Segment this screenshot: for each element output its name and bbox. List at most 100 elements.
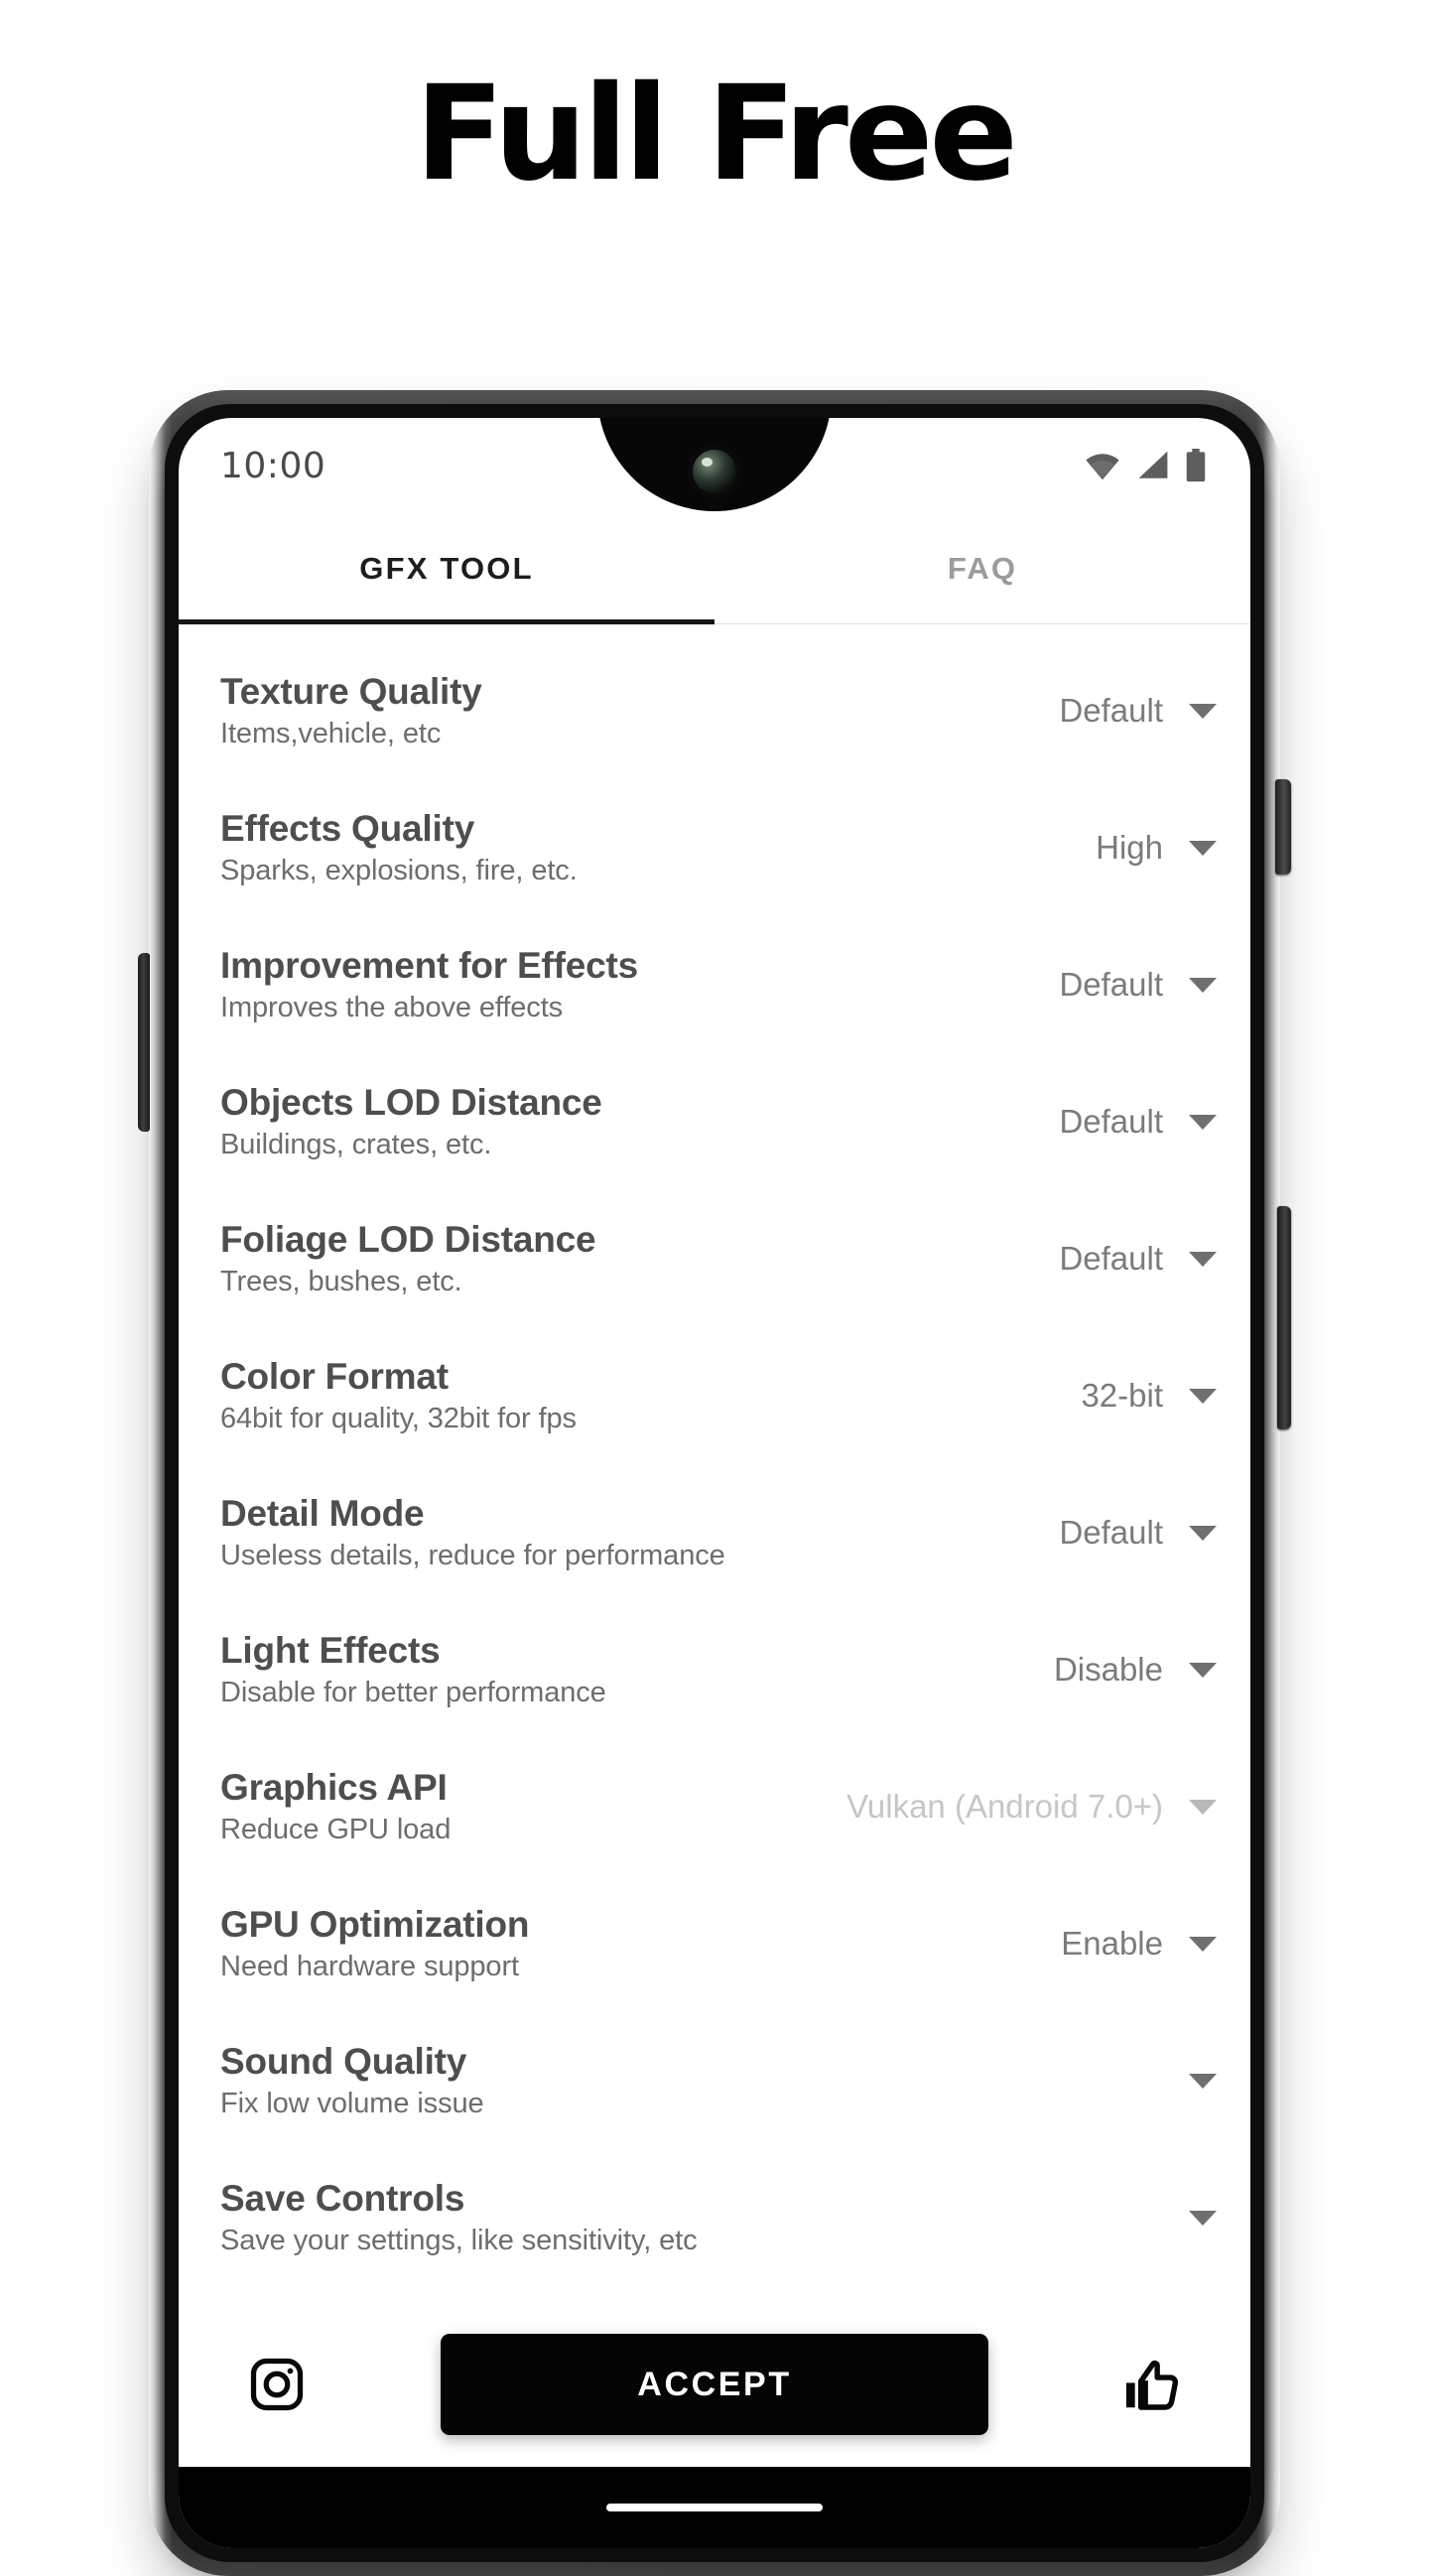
like-button[interactable] <box>1115 2348 1189 2421</box>
setting-dropdown[interactable]: Default <box>1059 1514 1217 1552</box>
setting-row-foliage-lod-distance[interactable]: Foliage LOD Distance Trees, bushes, etc.… <box>179 1190 1250 1327</box>
setting-dropdown[interactable]: Vulkan (Android 7.0+) <box>846 1788 1217 1826</box>
power-button[interactable] <box>1275 779 1291 875</box>
chevron-down-icon <box>1189 2210 1217 2226</box>
setting-row-objects-lod-distance[interactable]: Objects LOD Distance Buildings, crates, … <box>179 1053 1250 1190</box>
chevron-down-icon <box>1189 1251 1217 1267</box>
setting-value: Default <box>1059 1240 1163 1277</box>
setting-value: Vulkan (Android 7.0+) <box>846 1788 1163 1825</box>
setting-dropdown[interactable]: 32-bit <box>1081 1377 1217 1415</box>
chevron-down-icon <box>1189 1799 1217 1815</box>
android-nav-bar <box>179 2467 1250 2548</box>
status-bar: 10:00 <box>179 418 1250 513</box>
setting-value: Disable <box>1053 1651 1163 1688</box>
row-text: Improvement for Effects Improves the abo… <box>220 944 638 1023</box>
row-text: Foliage LOD Distance Trees, bushes, etc. <box>220 1218 596 1297</box>
setting-row-effects-quality[interactable]: Effects Quality Sparks, explosions, fire… <box>179 779 1250 916</box>
setting-dropdown[interactable] <box>1163 2210 1217 2226</box>
setting-subtitle: Useless details, reduce for performance <box>220 1539 725 1571</box>
setting-subtitle: Disable for better performance <box>220 1676 606 1708</box>
setting-subtitle: Improves the above effects <box>220 991 564 1023</box>
setting-title: Save Controls <box>220 2177 465 2219</box>
setting-title: Graphics API <box>220 1766 448 1808</box>
setting-subtitle: Reduce GPU load <box>220 1813 452 1845</box>
chevron-down-icon <box>1189 1114 1217 1130</box>
setting-row-improvement-for-effects[interactable]: Improvement for Effects Improves the abo… <box>179 916 1250 1053</box>
volume-rocker-button[interactable] <box>1277 1206 1291 1429</box>
chevron-down-icon <box>1189 1936 1217 1952</box>
setting-row-sound-quality[interactable]: Sound Quality Fix low volume issue <box>179 2012 1250 2149</box>
page-title: Full Free <box>415 58 1018 210</box>
setting-value: 32-bit <box>1081 1377 1163 1414</box>
phone-screen: 10:00 GFX TOOL FAQ Texture Quality Items… <box>179 418 1250 2548</box>
chevron-down-icon <box>1189 840 1217 856</box>
row-text: GPU Optimization Need hardware support <box>220 1903 530 1982</box>
row-text: Graphics API Reduce GPU load <box>220 1766 452 1845</box>
chevron-down-icon <box>1189 1662 1217 1678</box>
chevron-down-icon <box>1189 2073 1217 2089</box>
setting-dropdown[interactable]: Default <box>1059 1240 1217 1278</box>
setting-subtitle: Sparks, explosions, fire, etc. <box>220 854 578 886</box>
setting-row-detail-mode[interactable]: Detail Mode Useless details, reduce for … <box>179 1464 1250 1601</box>
status-icon-group <box>1084 449 1207 482</box>
setting-title: Texture Quality <box>220 670 482 712</box>
accept-button-label: ACCEPT <box>637 2365 792 2403</box>
setting-dropdown[interactable]: Default <box>1059 966 1217 1004</box>
setting-row-gpu-optimization[interactable]: GPU Optimization Need hardware support E… <box>179 1875 1250 2012</box>
setting-title: Objects LOD Distance <box>220 1081 602 1123</box>
setting-value: Default <box>1059 692 1163 729</box>
setting-subtitle: Need hardware support <box>220 1950 519 1982</box>
instagram-button[interactable] <box>240 2348 314 2421</box>
left-side-button[interactable] <box>138 953 150 1132</box>
thumbs-up-icon <box>1125 2360 1179 2410</box>
setting-subtitle: Save your settings, like sensitivity, et… <box>220 2224 698 2256</box>
row-text: Texture Quality Items,vehicle, etc <box>220 670 482 749</box>
setting-value: Default <box>1059 1514 1163 1551</box>
setting-row-texture-quality[interactable]: Texture Quality Items,vehicle, etc Defau… <box>179 642 1250 779</box>
setting-title: Improvement for Effects <box>220 944 638 986</box>
setting-value: Enable <box>1061 1925 1163 1962</box>
setting-title: Foliage LOD Distance <box>220 1218 596 1260</box>
setting-dropdown[interactable] <box>1163 2073 1217 2089</box>
battery-icon <box>1186 449 1206 482</box>
chevron-down-icon <box>1189 703 1217 719</box>
tab-gfx-tool-label: GFX TOOL <box>359 550 534 586</box>
tab-faq[interactable]: FAQ <box>714 513 1250 623</box>
setting-subtitle: Fix low volume issue <box>220 2087 484 2119</box>
row-text: Effects Quality Sparks, explosions, fire… <box>220 809 578 886</box>
setting-subtitle: Buildings, crates, etc. <box>220 1128 492 1160</box>
chevron-down-icon <box>1189 1388 1217 1404</box>
setting-value: Default <box>1059 966 1163 1003</box>
instagram-icon <box>250 2358 304 2411</box>
setting-dropdown[interactable]: Default <box>1059 1103 1217 1141</box>
tab-faq-label: FAQ <box>947 550 1018 586</box>
settings-list: Texture Quality Items,vehicle, etc Defau… <box>179 624 1250 2381</box>
setting-subtitle: Items,vehicle, etc <box>220 717 442 749</box>
phone-mockup: 10:00 GFX TOOL FAQ Texture Quality Items… <box>138 382 1291 2576</box>
setting-subtitle: 64bit for quality, 32bit for fps <box>220 1402 577 1434</box>
tab-bar: GFX TOOL FAQ <box>179 513 1250 624</box>
row-text: Detail Mode Useless details, reduce for … <box>220 1492 725 1571</box>
setting-dropdown[interactable]: High <box>1096 829 1217 867</box>
setting-value: Default <box>1059 1103 1163 1140</box>
setting-dropdown[interactable]: Default <box>1059 692 1217 730</box>
setting-title: Sound Quality <box>220 2040 467 2082</box>
tab-gfx-tool[interactable]: GFX TOOL <box>179 513 714 624</box>
setting-title: Color Format <box>220 1355 449 1397</box>
setting-row-graphics-api[interactable]: Graphics API Reduce GPU load Vulkan (And… <box>179 1738 1250 1875</box>
wifi-icon <box>1086 454 1119 480</box>
setting-title: GPU Optimization <box>220 1903 530 1945</box>
setting-dropdown[interactable]: Disable <box>1054 1651 1217 1689</box>
chevron-down-icon <box>1189 977 1217 993</box>
setting-subtitle: Trees, bushes, etc. <box>220 1265 462 1297</box>
setting-title: Light Effects <box>220 1629 441 1671</box>
setting-row-color-format[interactable]: Color Format 64bit for quality, 32bit fo… <box>179 1327 1250 1464</box>
signal-icon <box>1138 451 1168 478</box>
accept-button[interactable]: ACCEPT <box>441 2334 988 2435</box>
setting-title: Detail Mode <box>220 1492 425 1534</box>
row-text: Objects LOD Distance Buildings, crates, … <box>220 1081 602 1160</box>
setting-row-save-controls[interactable]: Save Controls Save your settings, like s… <box>179 2149 1250 2286</box>
home-indicator[interactable] <box>606 2504 823 2511</box>
setting-row-light-effects[interactable]: Light Effects Disable for better perform… <box>179 1601 1250 1738</box>
setting-dropdown[interactable]: Enable <box>1061 1925 1217 1963</box>
